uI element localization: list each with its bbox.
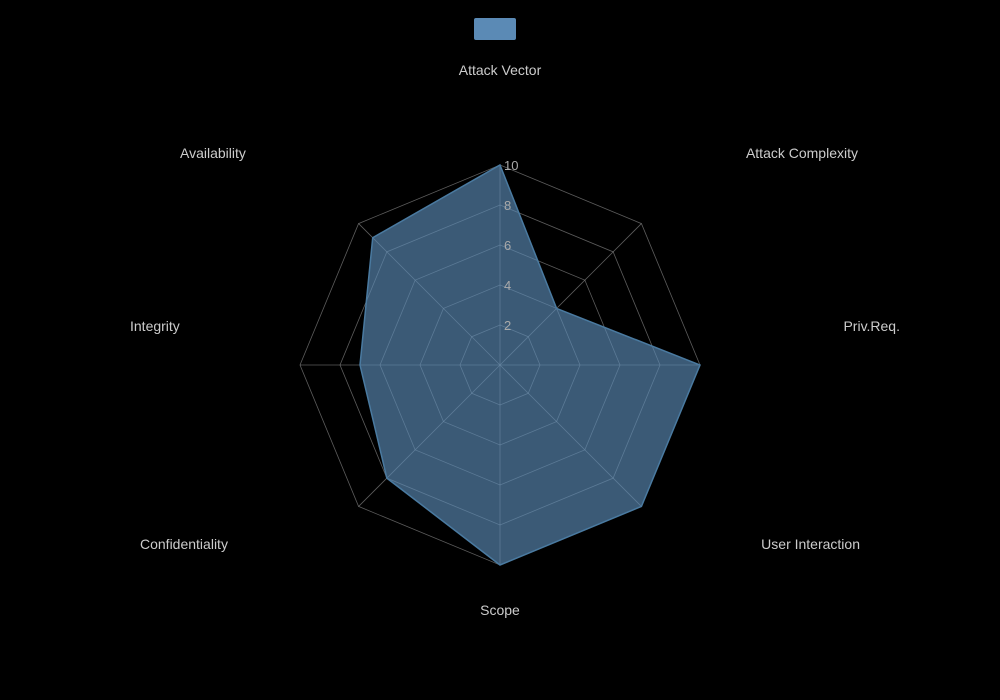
svg-text:8: 8 bbox=[504, 198, 511, 213]
axis-label-attack-complexity: Attack Complexity bbox=[746, 145, 858, 161]
axis-label-attack-vector: Attack Vector bbox=[459, 62, 541, 78]
axis-label-integrity: Integrity bbox=[130, 318, 180, 334]
svg-text:6: 6 bbox=[504, 238, 511, 253]
axis-label-priv-req: Priv.Req. bbox=[843, 318, 900, 334]
svg-text:10: 10 bbox=[504, 158, 518, 173]
axis-label-user-interaction: User Interaction bbox=[761, 536, 860, 552]
svg-text:4: 4 bbox=[504, 278, 511, 293]
axis-label-confidentiality: Confidentiality bbox=[140, 536, 228, 552]
chart-container: .grid-line { stroke: #999; stroke-width:… bbox=[0, 0, 1000, 700]
radar-grid: 2 4 6 8 10 bbox=[300, 158, 700, 565]
svg-text:2: 2 bbox=[504, 318, 511, 333]
axis-label-availability: Availability bbox=[180, 145, 246, 161]
axis-label-scope: Scope bbox=[480, 602, 520, 618]
radar-chart-svg: .grid-line { stroke: #999; stroke-width:… bbox=[0, 0, 1000, 700]
